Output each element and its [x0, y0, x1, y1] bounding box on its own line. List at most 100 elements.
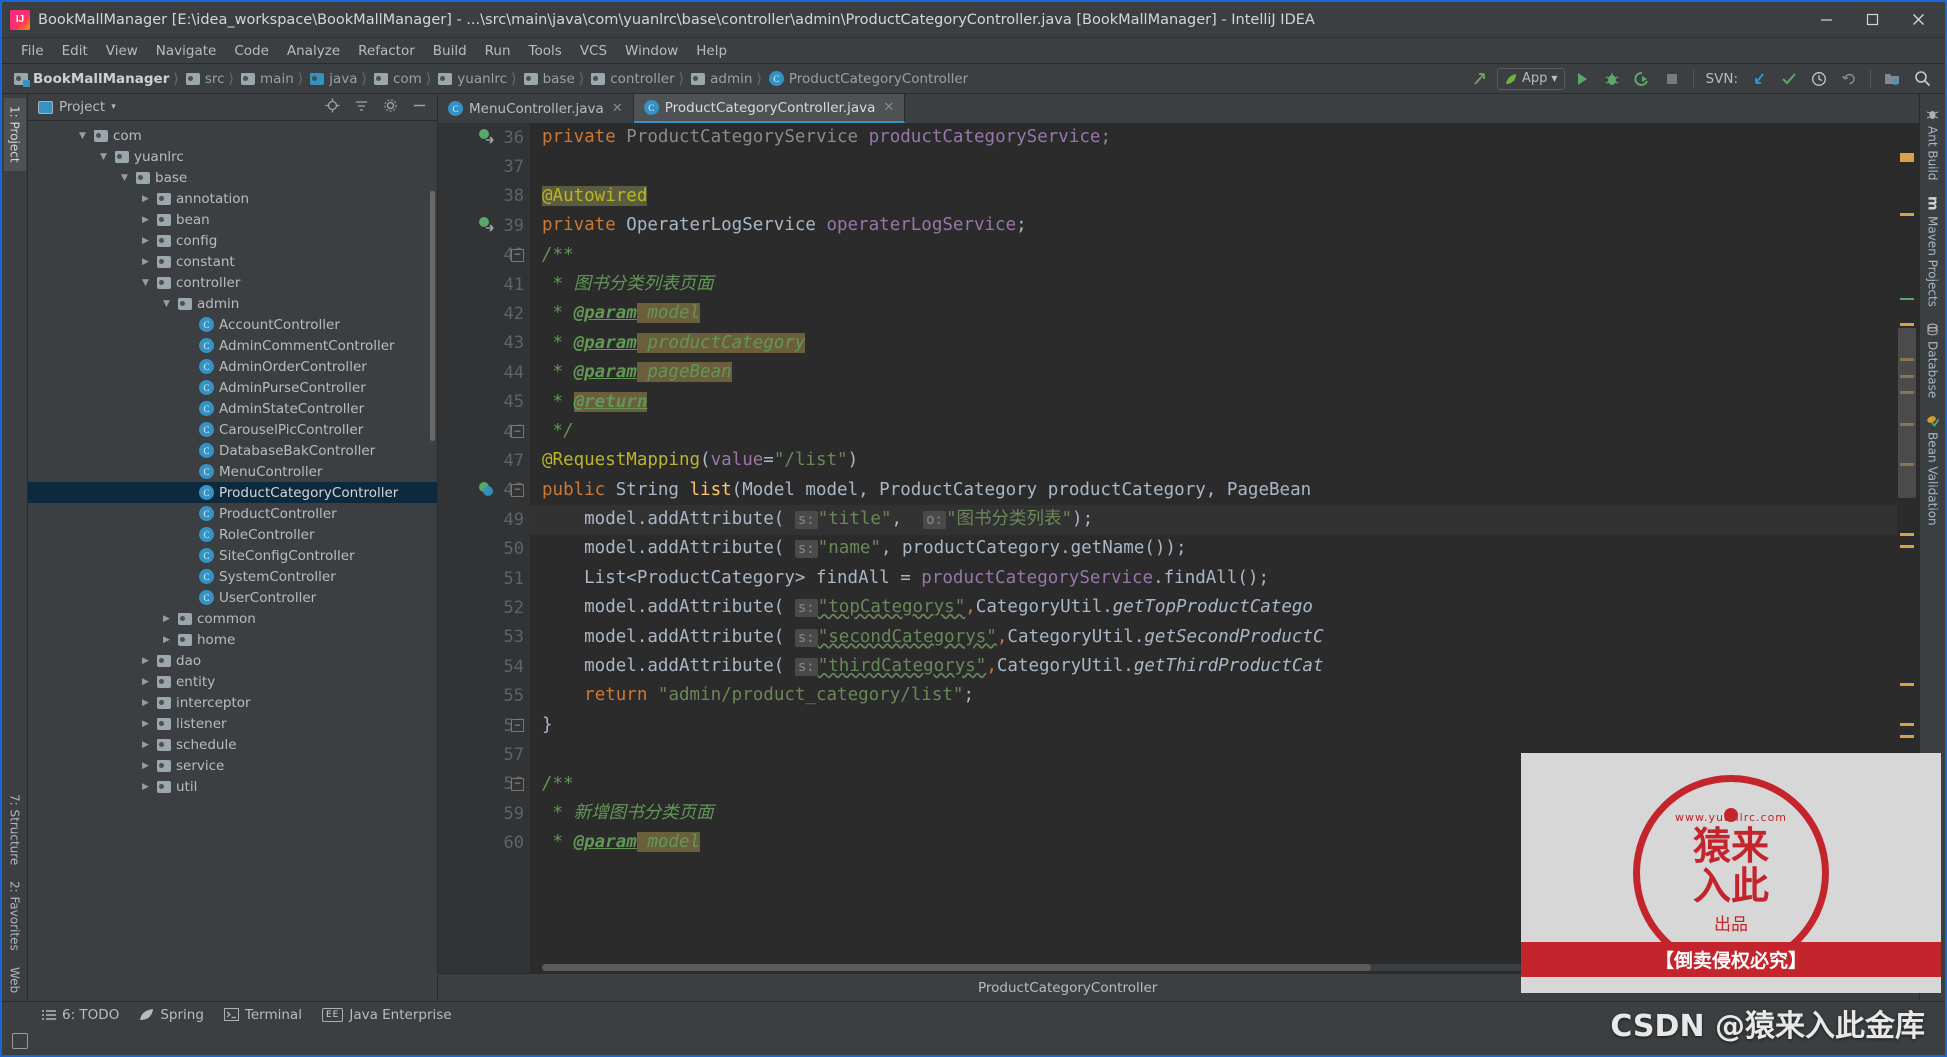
menu-vcs[interactable]: VCS — [571, 41, 616, 61]
line-number[interactable]: 47 — [438, 446, 530, 475]
fold-marker[interactable]: − — [511, 248, 524, 262]
run-with-coverage-icon[interactable] — [1629, 67, 1655, 91]
tree-row[interactable]: ▼ base — [28, 167, 437, 188]
tree-row[interactable]: ▶ util — [28, 776, 437, 797]
code-line[interactable]: model.addAttribute( s: "title", o: "图书分类列表… — [542, 505, 1897, 534]
spring-bean-icon[interactable] — [478, 481, 496, 499]
run-icon[interactable] — [1569, 67, 1595, 91]
chevron-down-icon[interactable]: ▼ — [118, 173, 131, 183]
chevron-right-icon[interactable]: ▶ — [139, 194, 152, 204]
line-number[interactable]: 55 — [438, 681, 530, 710]
menu-help[interactable]: Help — [687, 41, 736, 61]
menu-code[interactable]: Code — [225, 41, 278, 61]
back-arrow-icon[interactable] — [1467, 67, 1493, 91]
line-number[interactable]: 53 — [438, 623, 530, 652]
sidebar-item-database[interactable]: Database — [1922, 315, 1944, 406]
tree-row[interactable]: ▶ dao — [28, 650, 437, 671]
project-structure-icon[interactable] — [1879, 67, 1905, 91]
chevron-down-icon[interactable]: ▼ — [160, 299, 173, 309]
close-icon[interactable]: ✕ — [612, 101, 623, 116]
line-number[interactable]: 52 — [438, 593, 530, 622]
sidebar-item-maven-projects[interactable]: m Maven Projects — [1921, 188, 1945, 315]
breadcrumb-item-base[interactable]: base — [518, 71, 578, 87]
tree-row[interactable]: C CarouselPicController — [28, 419, 437, 440]
locate-icon[interactable] — [321, 98, 344, 117]
toolwindow-todo[interactable]: 6: TODO — [42, 1007, 119, 1023]
toolwindow-terminal[interactable]: Terminal — [223, 1007, 302, 1023]
code-line[interactable]: model.addAttribute( s: "name", productCat… — [542, 534, 1897, 563]
line-number[interactable]: 49 — [438, 505, 530, 534]
menu-navigate[interactable]: Navigate — [147, 41, 226, 61]
error-stripe[interactable] — [1900, 533, 1914, 536]
menu-run[interactable]: Run — [476, 41, 520, 61]
tree-row[interactable]: ▼ admin — [28, 293, 437, 314]
tree-row[interactable]: ▶ constant — [28, 251, 437, 272]
breadcrumb-item-java[interactable]: java — [304, 71, 360, 87]
code-line[interactable]: model.addAttribute( s: "secondCategorys",… — [542, 623, 1897, 652]
line-number[interactable]: 41 — [438, 270, 530, 299]
chevron-right-icon[interactable]: ▶ — [139, 761, 152, 771]
tree-row[interactable]: ▶ config — [28, 230, 437, 251]
line-number[interactable]: 60 — [438, 828, 530, 857]
code-line[interactable]: * @param pageBean — [542, 358, 1897, 387]
chevron-right-icon[interactable]: ▶ — [160, 635, 173, 645]
chevron-right-icon[interactable]: ▶ — [139, 236, 152, 246]
code-line[interactable]: @RequestMapping(value="/list") — [542, 446, 1897, 475]
line-number[interactable]: 42 — [438, 299, 530, 328]
tree-scrollbar[interactable] — [430, 191, 435, 441]
breadcrumb-item-class[interactable]: C ProductCategoryController — [763, 71, 971, 87]
code-line[interactable]: return "admin/product_category/list"; — [542, 681, 1897, 710]
tree-row[interactable]: C ProductCategoryController — [28, 482, 437, 503]
tree-row[interactable]: ▼ controller — [28, 272, 437, 293]
fold-marker[interactable]: − — [511, 425, 524, 438]
breadcrumb-item-src[interactable]: src — [180, 71, 228, 87]
code-line[interactable]: private OperaterLogService operaterLogSe… — [542, 211, 1897, 240]
breadcrumb-item-controller[interactable]: controller — [585, 71, 677, 87]
line-number[interactable]: 59 — [438, 799, 530, 828]
tree-row[interactable]: ▶ annotation — [28, 188, 437, 209]
breadcrumb-item-com[interactable]: com — [368, 71, 425, 87]
code-line[interactable]: public String list(Model model, ProductC… — [542, 476, 1897, 505]
minimize-button[interactable] — [1803, 3, 1849, 37]
breadcrumb-item-project[interactable]: BookMallManager — [8, 71, 172, 87]
chevron-right-icon[interactable]: ▶ — [139, 656, 152, 666]
fold-marker[interactable]: − — [511, 719, 524, 732]
chevron-down-icon[interactable]: ▾ — [111, 102, 116, 112]
chevron-right-icon[interactable]: ▶ — [139, 698, 152, 708]
maximize-button[interactable] — [1849, 3, 1895, 37]
code-line[interactable]: } — [542, 711, 1897, 740]
sidebar-item-project[interactable]: 1: Project — [3, 98, 26, 171]
line-number[interactable]: 50 — [438, 534, 530, 563]
sidebar-item-web[interactable]: Web — [4, 959, 26, 1001]
code-line[interactable]: model.addAttribute( s: "topCategorys",Cat… — [542, 593, 1897, 622]
chevron-right-icon[interactable]: ▶ — [139, 215, 152, 225]
tree-row[interactable]: C SiteConfigController — [28, 545, 437, 566]
menu-view[interactable]: View — [97, 41, 147, 61]
line-number[interactable]: 45 — [438, 388, 530, 417]
breadcrumb-item-yuanlrc[interactable]: yuanlrc — [432, 71, 510, 87]
sidebar-item-favorites[interactable]: 2: Favorites — [4, 873, 26, 959]
sidebar-item-bean-validation[interactable]: Bean Validation — [1922, 406, 1944, 534]
search-everywhere-icon[interactable] — [1909, 67, 1935, 91]
menu-refactor[interactable]: Refactor — [349, 41, 424, 61]
chevron-right-icon[interactable]: ▶ — [139, 740, 152, 750]
chevron-down-icon[interactable]: ▼ — [97, 152, 110, 162]
code-line[interactable]: * 图书分类列表页面 — [542, 270, 1897, 299]
tree-row[interactable]: ▶ bean — [28, 209, 437, 230]
line-number[interactable]: 54 — [438, 652, 530, 681]
code-line[interactable]: private ProductCategoryService productCa… — [542, 123, 1897, 152]
code-line[interactable]: * @param productCategory — [542, 329, 1897, 358]
tree-row[interactable]: C ProductController — [28, 503, 437, 524]
menu-build[interactable]: Build — [424, 41, 476, 61]
toggle-toolwindows-icon[interactable] — [12, 1033, 28, 1049]
error-stripe[interactable] — [1900, 683, 1914, 686]
implementing-method-icon[interactable] — [478, 216, 496, 234]
code-line[interactable]: /** — [542, 241, 1897, 270]
line-number[interactable]: 38 — [438, 182, 530, 211]
code-line[interactable]: */ — [542, 417, 1897, 446]
chevron-down-icon[interactable]: ▼ — [139, 278, 152, 288]
code-line[interactable]: List<ProductCategory> findAll = productC… — [542, 564, 1897, 593]
menu-file[interactable]: File — [12, 41, 53, 61]
commit-icon[interactable] — [1776, 67, 1802, 91]
chevron-down-icon[interactable]: ▼ — [76, 131, 89, 141]
